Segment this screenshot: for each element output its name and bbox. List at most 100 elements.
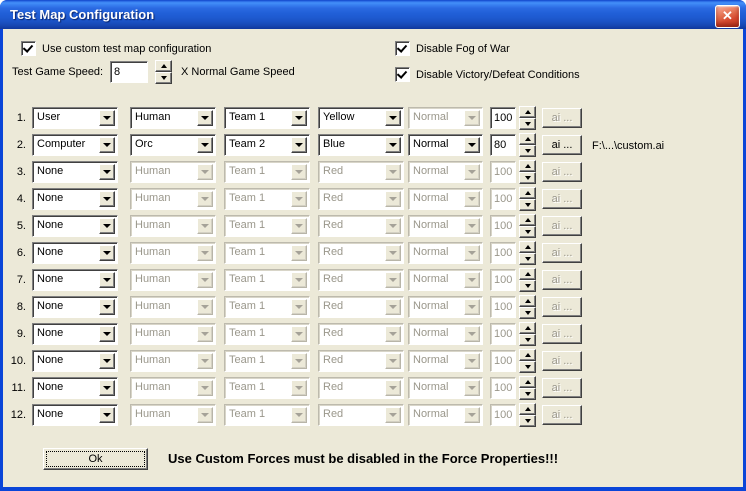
checkbox-icon[interactable] [21,41,36,56]
down-triangle [525,284,531,288]
chevron-down-icon[interactable] [99,245,115,261]
checkbox-icon[interactable] [395,41,410,56]
up-arrow-icon[interactable] [155,60,172,72]
up-triangle [525,218,531,222]
team-select-value: Team 1 [229,165,265,177]
handicap-input[interactable] [490,107,516,129]
down-triangle [103,170,111,174]
color-select: Red [318,377,404,399]
chevron-down-icon[interactable] [99,191,115,207]
race-select[interactable]: Human [130,107,216,129]
down-triangle [201,143,209,147]
difficulty-select-value: Normal [413,219,448,231]
down-triangle [295,197,303,201]
down-arrow-icon [519,388,536,400]
race-select-value: Human [135,192,170,204]
down-triangle [103,332,111,336]
up-triangle [525,137,531,141]
chevron-down-icon[interactable] [291,110,307,126]
ai-file-button: ai ... [542,216,582,236]
up-triangle [525,164,531,168]
chevron-down-icon [197,218,213,234]
chevron-down-icon[interactable] [385,137,401,153]
down-arrow-icon[interactable] [519,145,536,157]
chevron-down-icon [385,380,401,396]
team-select[interactable]: Team 1 [224,107,310,129]
disable-fog-label: Disable Fog of War [416,43,510,55]
chevron-down-icon[interactable] [99,299,115,315]
down-arrow-icon[interactable] [519,118,536,130]
ai-file-path: F:\...\custom.ai [592,140,664,152]
controller-select[interactable]: None [32,215,118,237]
controller-select[interactable]: None [32,350,118,372]
controller-select[interactable]: Computer [32,134,118,156]
down-triangle [389,278,397,282]
ok-button[interactable]: Ok [43,448,148,470]
controller-select[interactable]: None [32,242,118,264]
use-custom-config-checkbox[interactable]: Use custom test map configuration [21,41,211,56]
ai-file-button: ai ... [542,162,582,182]
race-select-value: Human [135,246,170,258]
controller-select[interactable]: None [32,188,118,210]
chevron-down-icon[interactable] [99,218,115,234]
controller-select-value: None [37,273,63,285]
chevron-down-icon[interactable] [464,137,480,153]
handicap-stepper [519,214,536,238]
controller-select[interactable]: None [32,377,118,399]
color-select[interactable]: Blue [318,134,404,156]
chevron-down-icon[interactable] [99,353,115,369]
chevron-down-icon[interactable] [99,110,115,126]
down-triangle [389,170,397,174]
controller-select-value: None [37,165,63,177]
team-select: Team 1 [224,404,310,426]
color-select[interactable]: Yellow [318,107,404,129]
chevron-down-icon[interactable] [99,407,115,423]
title-bar[interactable]: Test Map Configuration ✕ [0,0,746,29]
chevron-down-icon[interactable] [385,110,401,126]
chevron-down-icon[interactable] [99,380,115,396]
down-triangle [468,197,476,201]
down-triangle [201,278,209,282]
up-triangle [525,272,531,276]
race-select: Human [130,323,216,345]
chevron-down-icon[interactable] [99,137,115,153]
controller-select[interactable]: User [32,107,118,129]
up-arrow-icon[interactable] [519,133,536,145]
race-select-value: Human [135,300,170,312]
down-triangle [525,230,531,234]
race-select-value: Human [135,111,170,123]
game-speed-input[interactable] [110,61,148,83]
controller-select[interactable]: None [32,404,118,426]
ai-file-button: ai ... [542,189,582,209]
controller-select[interactable]: None [32,323,118,345]
chevron-down-icon[interactable] [197,110,213,126]
race-select: Human [130,296,216,318]
handicap-stepper [519,403,536,427]
ai-file-button[interactable]: ai ... [542,135,582,155]
down-arrow-icon[interactable] [155,72,172,84]
difficulty-select: Normal [408,215,483,237]
team-select[interactable]: Team 2 [224,134,310,156]
chevron-down-icon[interactable] [99,272,115,288]
controller-select[interactable]: None [32,296,118,318]
up-arrow-icon[interactable] [519,106,536,118]
chevron-down-icon[interactable] [197,137,213,153]
close-icon[interactable]: ✕ [715,5,740,28]
chevron-down-icon[interactable] [99,326,115,342]
race-select[interactable]: Orc [130,134,216,156]
chevron-down-icon[interactable] [291,137,307,153]
checkbox-icon[interactable] [395,67,410,82]
down-triangle [389,359,397,363]
controller-select[interactable]: None [32,161,118,183]
down-triangle [468,224,476,228]
difficulty-select[interactable]: Normal [408,134,483,156]
disable-fog-checkbox[interactable]: Disable Fog of War [395,41,510,56]
chevron-down-icon [464,299,480,315]
chevron-down-icon [291,164,307,180]
controller-select[interactable]: None [32,269,118,291]
chevron-down-icon[interactable] [99,164,115,180]
down-triangle [468,278,476,282]
down-arrow-icon [519,334,536,346]
handicap-input[interactable] [490,134,516,156]
disable-victory-checkbox[interactable]: Disable Victory/Defeat Conditions [395,67,580,82]
